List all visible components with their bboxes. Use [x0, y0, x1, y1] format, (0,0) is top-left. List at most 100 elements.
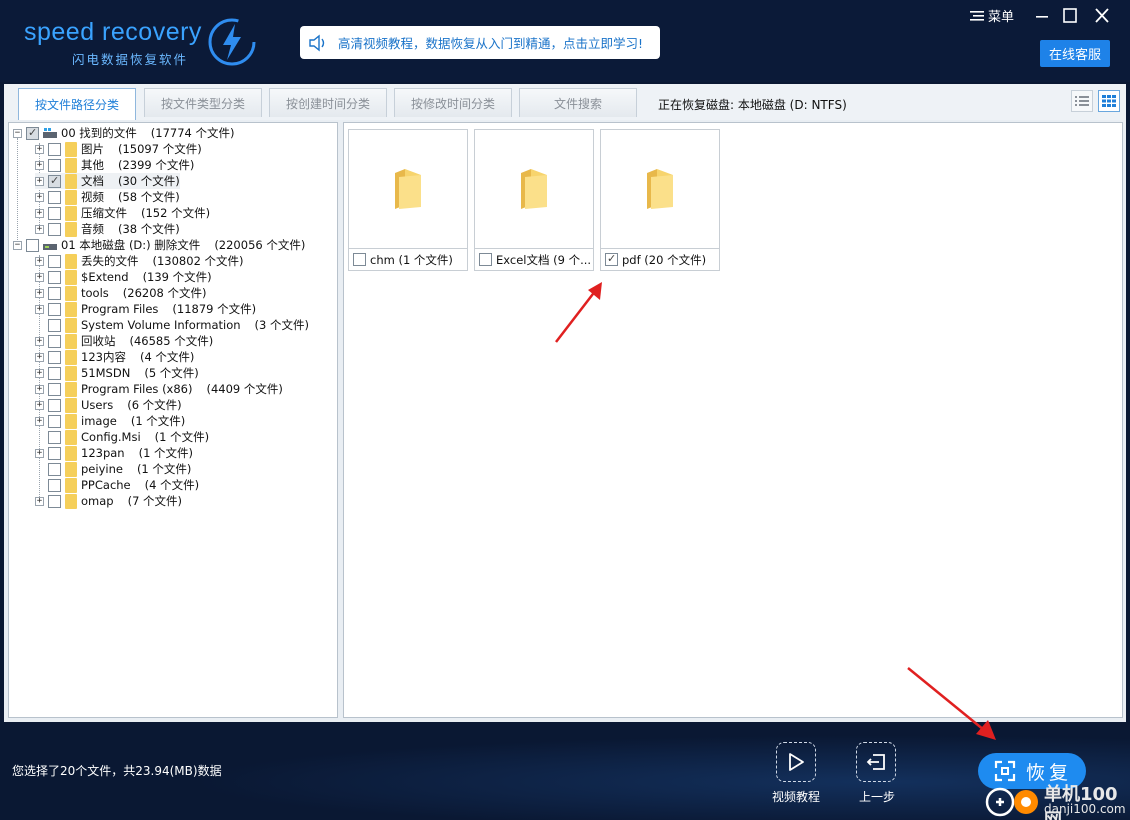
file-card-excel[interactable]: Excel文档 (9 个... [474, 129, 594, 271]
tree-item-ppcache[interactable]: PPCache (4 个文件) [44, 477, 199, 493]
tree-item-peiyine[interactable]: peiyine (1 个文件) [44, 461, 191, 477]
checkbox[interactable] [48, 158, 61, 172]
checkbox[interactable] [48, 414, 61, 428]
checkbox[interactable] [605, 252, 618, 266]
tree-item-123pan[interactable]: + 123pan (1 个文件) [35, 445, 193, 461]
checkbox[interactable] [353, 253, 366, 266]
tree-label: 其他 [81, 158, 104, 172]
file-card-pdf[interactable]: pdf (20 个文件) [600, 129, 720, 271]
tree-item-images[interactable]: + 图片 (15097 个文件) [35, 141, 202, 157]
video-tutorial-button[interactable] [776, 742, 816, 782]
tree-item-program-files-x86[interactable]: + Program Files (x86) (4409 个文件) [35, 381, 283, 397]
drive-icon [43, 128, 57, 138]
app-logo: speed recovery 闪电数据恢复软件 [24, 16, 264, 72]
tree-item-tools[interactable]: + tools (26208 个文件) [35, 285, 207, 301]
tree-item-extend[interactable]: + $Extend (139 个文件) [35, 269, 212, 285]
checkbox[interactable] [48, 350, 61, 364]
expand-icon[interactable]: + [35, 448, 44, 458]
expand-icon[interactable]: + [35, 288, 44, 298]
checkbox[interactable] [26, 126, 39, 140]
drive-icon [43, 244, 57, 250]
expand-icon[interactable]: + [35, 496, 44, 506]
checkbox[interactable] [48, 174, 61, 188]
bottom-bar: 您选择了20个文件，共23.94(MB)数据 视频教程 上一步 恢复 单机100… [0, 722, 1130, 820]
checkbox[interactable] [479, 253, 492, 266]
tutorial-banner-text: 高清视频教程，数据恢复从入门到精通，点击立即学习! [338, 36, 644, 51]
tree-root-found-files[interactable]: − 00 找到的文件 (17774 个文件) [13, 125, 235, 141]
minimize-icon[interactable] [1030, 4, 1054, 28]
close-icon[interactable] [1090, 4, 1114, 28]
checkbox[interactable] [48, 446, 61, 460]
expand-icon[interactable]: + [35, 224, 44, 234]
maximize-icon[interactable] [1058, 4, 1082, 28]
expand-icon[interactable]: + [35, 400, 44, 410]
expand-icon[interactable]: + [35, 144, 44, 154]
tab-by-created[interactable]: 按创建时间分类 [269, 88, 387, 117]
previous-step-button[interactable] [856, 742, 896, 782]
checkbox[interactable] [48, 318, 61, 332]
tree-item-documents[interactable]: + 文档 (30 个文件) [35, 173, 180, 189]
checkbox[interactable] [48, 254, 61, 268]
expand-icon[interactable]: + [35, 336, 44, 346]
expand-icon[interactable]: + [35, 416, 44, 426]
tree-label: Program Files (x86) [81, 382, 193, 396]
tree-item-video[interactable]: + 视频 (58 个文件) [35, 189, 180, 205]
checkbox[interactable] [48, 398, 61, 412]
tree-item-image[interactable]: + image (1 个文件) [35, 413, 185, 429]
tree-item-omap[interactable]: + omap (7 个文件) [35, 493, 182, 509]
checkbox[interactable] [26, 238, 39, 252]
checkbox[interactable] [48, 302, 61, 316]
checkbox[interactable] [48, 270, 61, 284]
expand-icon[interactable]: + [35, 256, 44, 266]
expand-icon[interactable]: + [35, 192, 44, 202]
tree-item-config-msi[interactable]: Config.Msi (1 个文件) [44, 429, 209, 445]
tree-label: peiyine [81, 462, 123, 476]
file-card-chm[interactable]: chm (1 个文件) [348, 129, 468, 271]
folder-icon [65, 285, 77, 301]
tree-item-users[interactable]: + Users (6 个文件) [35, 397, 182, 413]
expand-icon[interactable]: + [35, 304, 44, 314]
expand-icon[interactable]: + [35, 272, 44, 282]
tree-item-archives[interactable]: + 压缩文件 (152 个文件) [35, 205, 210, 221]
tree-item-recycle-bin[interactable]: + 回收站 (46585 个文件) [35, 333, 213, 349]
tree-root-local-disk[interactable]: − 01 本地磁盘 (D:) 删除文件 (220056 个文件) [13, 237, 305, 253]
tree-item-other[interactable]: + 其他 (2399 个文件) [35, 157, 194, 173]
collapse-icon[interactable]: − [13, 128, 22, 138]
tutorial-banner[interactable]: 高清视频教程，数据恢复从入门到精通，点击立即学习! [300, 26, 660, 59]
expand-icon[interactable]: + [35, 352, 44, 362]
online-service-button[interactable]: 在线客服 [1040, 40, 1110, 67]
tab-by-path[interactable]: 按文件路径分类 [18, 88, 136, 120]
checkbox[interactable] [48, 334, 61, 348]
tree-item-lost-files[interactable]: + 丢失的文件 (130802 个文件) [35, 253, 244, 269]
tree-item-audio[interactable]: + 音频 (38 个文件) [35, 221, 180, 237]
expand-icon[interactable]: + [35, 368, 44, 378]
checkbox[interactable] [48, 206, 61, 220]
checkbox[interactable] [48, 462, 61, 476]
checkbox[interactable] [48, 478, 61, 492]
menu-button[interactable]: 菜单 [970, 6, 1014, 25]
tab-file-search[interactable]: 文件搜索 [519, 88, 637, 117]
checkbox[interactable] [48, 286, 61, 300]
checkbox[interactable] [48, 190, 61, 204]
expand-icon[interactable]: + [35, 160, 44, 170]
tree-item-program-files[interactable]: + Program Files (11879 个文件) [35, 301, 256, 317]
collapse-icon[interactable]: − [13, 240, 22, 250]
tab-by-type[interactable]: 按文件类型分类 [144, 88, 262, 117]
expand-icon[interactable]: + [35, 176, 44, 186]
checkbox[interactable] [48, 222, 61, 236]
grid-view-button[interactable] [1098, 90, 1120, 112]
folder-icon [65, 381, 77, 397]
checkbox[interactable] [48, 382, 61, 396]
tab-by-modified[interactable]: 按修改时间分类 [394, 88, 512, 117]
tree-item-system-volume[interactable]: System Volume Information (3 个文件) [44, 317, 309, 333]
list-view-button[interactable] [1071, 90, 1093, 112]
tree-item-123-content[interactable]: + 123内容 (4 个文件) [35, 349, 194, 365]
expand-icon[interactable]: + [35, 384, 44, 394]
checkbox[interactable] [48, 142, 61, 156]
checkbox[interactable] [48, 494, 61, 508]
expand-icon[interactable]: + [35, 208, 44, 218]
checkbox[interactable] [48, 430, 61, 444]
tree-item-51msdn[interactable]: + 51MSDN (5 个文件) [35, 365, 199, 381]
tree-label: 视频 [81, 190, 104, 204]
checkbox[interactable] [48, 366, 61, 380]
